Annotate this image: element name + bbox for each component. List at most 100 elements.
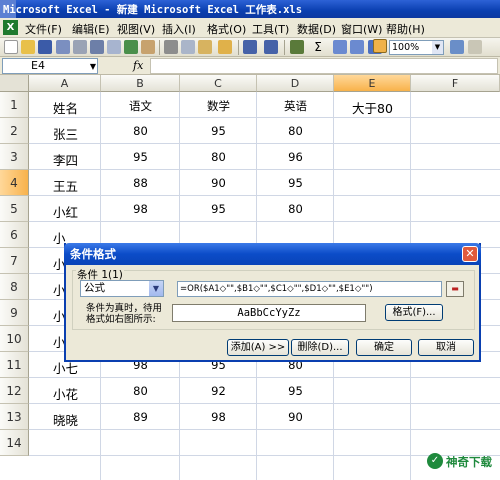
sort-ascending-icon[interactable]: [333, 40, 347, 54]
cell-c12[interactable]: 92: [180, 384, 257, 398]
column-header-f[interactable]: F: [411, 75, 500, 92]
print-icon[interactable]: [90, 40, 104, 54]
cell-b4[interactable]: 88: [101, 176, 180, 190]
research-icon[interactable]: [141, 40, 155, 54]
cell-a5[interactable]: 小红: [53, 202, 100, 221]
row-header-1[interactable]: 1: [0, 92, 29, 118]
select-all-corner[interactable]: [0, 75, 29, 92]
cell-b3[interactable]: 95: [101, 150, 180, 164]
chevron-down-icon[interactable]: ▼: [432, 41, 443, 54]
chevron-down-icon[interactable]: ▼: [149, 281, 163, 296]
cut-icon[interactable]: [164, 40, 178, 54]
row-header-3[interactable]: 3: [0, 144, 29, 170]
menu-tools[interactable]: 工具(T): [252, 21, 289, 37]
cell-a3[interactable]: 李四: [53, 150, 100, 169]
open-icon[interactable]: [21, 40, 35, 54]
menu-file[interactable]: 文件(F): [25, 21, 62, 37]
paste-icon[interactable]: [198, 40, 212, 54]
row-header-5[interactable]: 5: [0, 196, 29, 222]
row-header-6[interactable]: 6: [0, 222, 29, 248]
formula-input[interactable]: [150, 58, 498, 74]
spelling-icon[interactable]: [124, 40, 138, 54]
cell-a12[interactable]: 小花: [53, 384, 100, 403]
column-header-c[interactable]: C: [180, 75, 257, 92]
name-box[interactable]: E4 ▼: [2, 58, 98, 74]
cell-b1[interactable]: 语文: [101, 98, 180, 114]
permission-icon[interactable]: [56, 40, 70, 54]
add-button[interactable]: 添加(A) >>: [227, 339, 289, 356]
condition-type-select[interactable]: 公式 ▼: [80, 280, 164, 297]
menu-window[interactable]: 窗口(W): [341, 21, 382, 37]
format-button[interactable]: 格式(F)...: [385, 304, 443, 321]
close-icon[interactable]: ✕: [462, 246, 478, 262]
drawing-icon[interactable]: [373, 39, 387, 53]
row-header-10[interactable]: 10: [0, 326, 29, 352]
sort-descending-icon[interactable]: [350, 40, 364, 54]
cell-c1[interactable]: 数学: [180, 98, 257, 114]
cell-b12[interactable]: 80: [101, 384, 180, 398]
row-header-14[interactable]: 14: [0, 430, 29, 456]
ok-button[interactable]: 确定: [356, 339, 412, 356]
excel-doc-icon[interactable]: X: [3, 20, 18, 35]
watermark-logo-icon: ✓: [427, 453, 443, 469]
cell-d3[interactable]: 96: [257, 150, 334, 164]
cell-d5[interactable]: 80: [257, 202, 334, 216]
cell-c3[interactable]: 80: [180, 150, 257, 164]
column-header-a[interactable]: A: [29, 75, 101, 92]
column-header-e[interactable]: E: [334, 75, 411, 92]
cancel-button[interactable]: 取消: [418, 339, 474, 356]
window-title: Microsoft Excel - 新建 Microsoft Excel 工作表…: [3, 4, 303, 16]
autosum-icon[interactable]: Σ: [311, 40, 325, 54]
toolbar-options-icon[interactable]: [468, 40, 482, 54]
menu-data[interactable]: 数据(D): [297, 21, 336, 37]
print-preview-icon[interactable]: [107, 40, 121, 54]
cell-d12[interactable]: 95: [257, 384, 334, 398]
row-header-7[interactable]: 7: [0, 248, 29, 274]
cell-c13[interactable]: 98: [180, 410, 257, 424]
redo-icon[interactable]: [264, 40, 278, 54]
delete-button[interactable]: 删除(D)...: [291, 339, 349, 356]
row-header-9[interactable]: 9: [0, 300, 29, 326]
cell-d4[interactable]: 95: [257, 176, 334, 190]
copy-icon[interactable]: [181, 40, 195, 54]
cell-a1[interactable]: 姓名: [53, 98, 100, 117]
help-icon[interactable]: [450, 40, 464, 54]
cell-d2[interactable]: 80: [257, 124, 334, 138]
column-header-d[interactable]: D: [257, 75, 334, 92]
chevron-down-icon[interactable]: ▼: [90, 60, 96, 74]
row-header-8[interactable]: 8: [0, 274, 29, 300]
cell-e1[interactable]: 大于80: [334, 98, 411, 117]
format-painter-icon[interactable]: [218, 40, 232, 54]
cell-a13[interactable]: 晓晓: [53, 410, 100, 429]
column-header-b[interactable]: B: [101, 75, 180, 92]
cell-b5[interactable]: 98: [101, 202, 180, 216]
zoom-select[interactable]: 100% ▼: [389, 40, 444, 55]
save-icon[interactable]: [38, 40, 52, 54]
row-header-11[interactable]: 11: [0, 352, 29, 378]
menu-format[interactable]: 格式(O): [207, 21, 246, 37]
row-header-12[interactable]: 12: [0, 378, 29, 404]
hyperlink-icon[interactable]: [290, 40, 304, 54]
cell-c2[interactable]: 95: [180, 124, 257, 138]
menu-insert[interactable]: 插入(I): [162, 21, 196, 37]
collapse-dialog-icon[interactable]: ▬: [446, 281, 464, 297]
cell-b2[interactable]: 80: [101, 124, 180, 138]
condition-formula-input[interactable]: =OR($A1◇"",$B1◇"",$C1◇"",$D1◇"",$E1◇""): [177, 281, 442, 297]
fx-icon[interactable]: fx: [133, 59, 143, 72]
cell-c5[interactable]: 95: [180, 202, 257, 216]
new-icon[interactable]: [4, 40, 18, 54]
row-header-4[interactable]: 4: [0, 170, 29, 196]
cell-c4[interactable]: 90: [180, 176, 257, 190]
cell-d1[interactable]: 英语: [257, 98, 334, 114]
undo-icon[interactable]: [243, 40, 257, 54]
cell-b13[interactable]: 89: [101, 410, 180, 424]
menu-help[interactable]: 帮助(H): [386, 21, 425, 37]
cell-a2[interactable]: 张三: [53, 124, 100, 143]
email-icon[interactable]: [73, 40, 87, 54]
menu-edit[interactable]: 编辑(E): [72, 21, 110, 37]
cell-d13[interactable]: 90: [257, 410, 334, 424]
menu-view[interactable]: 视图(V): [117, 21, 155, 37]
cell-a4[interactable]: 王五: [53, 176, 100, 195]
row-header-2[interactable]: 2: [0, 118, 29, 144]
row-header-13[interactable]: 13: [0, 404, 29, 430]
